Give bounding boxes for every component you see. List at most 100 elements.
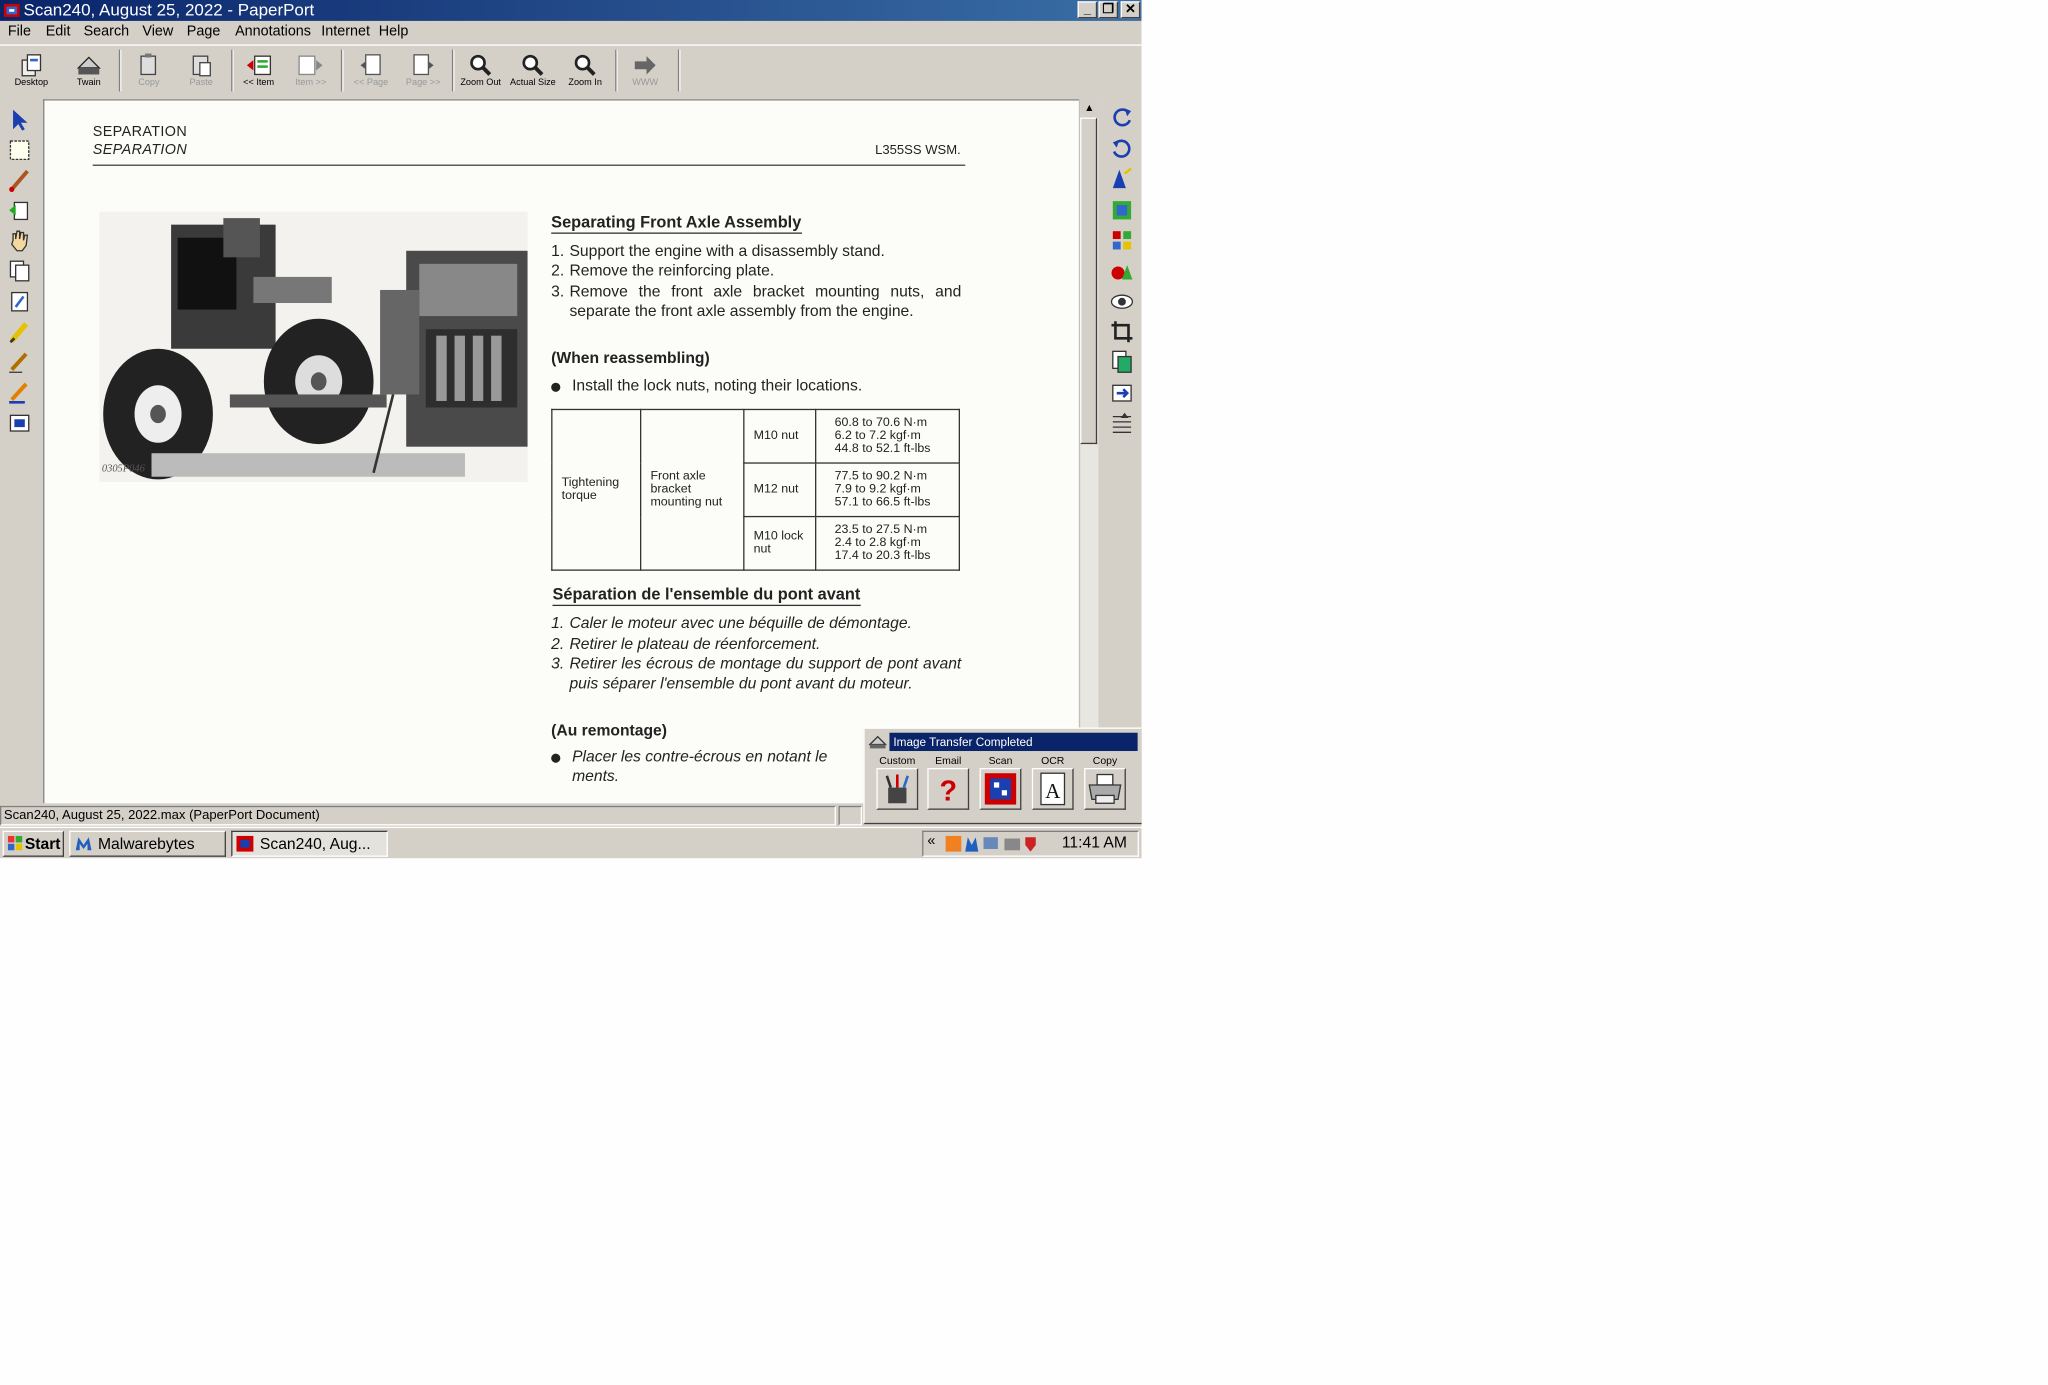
copy-page-icon[interactable]	[7, 257, 33, 283]
hand-pan-icon[interactable]	[7, 227, 33, 253]
menu-help[interactable]: Help	[379, 24, 409, 40]
color-grid-icon[interactable]	[1109, 227, 1135, 253]
zoom-in-icon	[574, 54, 596, 76]
reassembly-bullet-en: Install the lock nuts, noting their loca…	[551, 376, 862, 394]
toolbar-separator	[451, 49, 455, 92]
stamp-icon[interactable]	[7, 410, 33, 436]
menu-internet[interactable]: Internet	[321, 24, 370, 40]
vertical-scrollbar[interactable]: ▲	[1078, 99, 1099, 802]
close-button[interactable]: ✕	[1120, 1, 1141, 19]
document-page: SEPARATION SEPARATION L355SS WSM. 0305P0…	[44, 100, 1082, 804]
previous-item-button[interactable]: << Item	[234, 48, 284, 92]
crop-icon[interactable]	[1109, 319, 1135, 345]
tray-app-icon[interactable]	[945, 835, 962, 852]
next-item-button[interactable]: Item >>	[286, 48, 336, 92]
close-icon: ✕	[1124, 2, 1136, 17]
scan-button[interactable]: Scan	[977, 755, 1024, 810]
step-fr-3: 3. Retirer les écrous de montage du suppo…	[551, 654, 962, 693]
reassembly-bullet-fr-line2: ments.	[572, 766, 620, 785]
note-icon[interactable]	[7, 289, 33, 315]
eye-icon[interactable]	[1109, 289, 1135, 315]
popup-title: Image Transfer Completed	[889, 732, 1138, 752]
actual-size-icon	[522, 54, 544, 76]
replace-page-icon[interactable]	[1109, 380, 1135, 406]
email-button[interactable]: Email ?	[925, 755, 972, 810]
malwarebytes-icon	[75, 837, 92, 851]
rotate-counterclockwise-icon[interactable]	[1109, 136, 1135, 162]
table-cell-bracket-nut: Front axle bracket mounting nut	[639, 408, 745, 571]
paste-icon	[192, 55, 211, 77]
scroll-thumb[interactable]	[1080, 117, 1098, 445]
image-adjust-icon[interactable]	[1109, 197, 1135, 223]
rotate-clockwise-icon[interactable]	[1109, 104, 1135, 130]
annotation-tools-left	[0, 99, 39, 802]
table-cell-size: M12 nut	[743, 462, 817, 518]
actual-size-button[interactable]: Actual Size	[508, 48, 558, 92]
next-page-button[interactable]: Page >>	[398, 48, 448, 92]
twain-button[interactable]: Twain	[64, 48, 114, 92]
step-fr-1: 1. Caler le moteur avec une béquille de d…	[551, 613, 912, 633]
system-tray: « 11:41 AM	[922, 830, 1139, 857]
tray-expand-button[interactable]: «	[927, 833, 935, 849]
line-tool-icon[interactable]	[7, 379, 33, 405]
scroll-up-icon[interactable]: ▲	[1080, 99, 1099, 118]
desktop-icon	[21, 54, 42, 77]
minimize-button[interactable]: _	[1077, 1, 1098, 19]
shapes-icon[interactable]	[1109, 257, 1135, 283]
svg-text:A: A	[1045, 779, 1060, 803]
copy-printer-button[interactable]: Copy	[1081, 755, 1128, 810]
zoom-in-button[interactable]: Zoom In	[560, 48, 610, 92]
start-button[interactable]: Start	[2, 830, 64, 857]
title-bar[interactable]: Scan240, August 25, 2022 - PaperPort _ ❐…	[0, 0, 1142, 21]
tools-icon	[885, 774, 909, 804]
custom-button[interactable]: Custom	[874, 755, 921, 810]
paste-button[interactable]: Paste	[176, 48, 226, 92]
zoom-out-icon	[470, 54, 492, 76]
previous-page-button[interactable]: << Page	[346, 48, 396, 92]
section-header-fr: SEPARATION	[92, 142, 188, 159]
shield-tray-icon[interactable]	[1025, 837, 1036, 852]
zoom-out-button[interactable]: Zoom Out	[456, 48, 506, 92]
minimize-icon: _	[1083, 2, 1091, 17]
menu-search[interactable]: Search	[84, 24, 130, 40]
table-cell-values: 77.5 to 90.2 N·m 7.9 to 9.2 kgf·m 57.1 to …	[815, 462, 960, 518]
highlighter-icon[interactable]	[7, 319, 33, 345]
toolbar-separator	[118, 49, 122, 92]
enhance-icon[interactable]	[1109, 166, 1135, 192]
select-arrow-icon[interactable]	[7, 107, 33, 133]
malwarebytes-tray-icon[interactable]	[965, 837, 979, 852]
menu-view[interactable]: View	[142, 24, 173, 40]
copy-button[interactable]: Copy	[124, 48, 174, 92]
toolbar-separator	[340, 49, 344, 92]
clock[interactable]: 11:41 AM	[1062, 833, 1127, 851]
pages-icon[interactable]	[1109, 349, 1135, 375]
next-page-icon	[413, 54, 434, 76]
header-rule	[92, 164, 966, 166]
reassembly-bullet-fr: Placer les contre-écrous en notant le	[551, 747, 827, 765]
printer-tray-icon[interactable]	[1004, 838, 1021, 851]
straighten-icon[interactable]	[1109, 410, 1135, 436]
windows-logo-icon	[7, 835, 23, 851]
task-scan240[interactable]: Scan240, Aug...	[231, 830, 388, 857]
task-malwarebytes[interactable]: Malwarebytes	[69, 830, 226, 857]
select-area-icon[interactable]	[7, 137, 33, 163]
ocr-button[interactable]: OCR A	[1029, 755, 1076, 810]
restore-button[interactable]: ❐	[1098, 1, 1119, 19]
desktop-button[interactable]: Desktop	[7, 48, 57, 92]
reassembly-heading-en: (When reassembling)	[551, 348, 710, 368]
step-en-2: 2. Remove the reinforcing plate.	[551, 261, 775, 280]
www-button[interactable]: WWW	[620, 48, 670, 92]
menu-file[interactable]: File	[8, 24, 31, 40]
reassembly-heading-fr: (Au remontage)	[551, 720, 667, 740]
table-cell-tightening: Tightening torque	[551, 408, 642, 571]
network-tray-icon[interactable]	[983, 837, 998, 849]
arrow-right-icon	[634, 56, 656, 75]
restore-icon: ❐	[1102, 2, 1115, 17]
document-view[interactable]: SEPARATION SEPARATION L355SS WSM. 0305P0…	[43, 99, 1098, 804]
menu-edit[interactable]: Edit	[46, 24, 71, 40]
pen-icon[interactable]	[7, 349, 33, 375]
menu-annotations[interactable]: Annotations	[235, 24, 311, 40]
brush-icon[interactable]	[7, 167, 33, 193]
rotate-page-icon[interactable]	[7, 197, 33, 223]
menu-page[interactable]: Page	[187, 24, 221, 40]
